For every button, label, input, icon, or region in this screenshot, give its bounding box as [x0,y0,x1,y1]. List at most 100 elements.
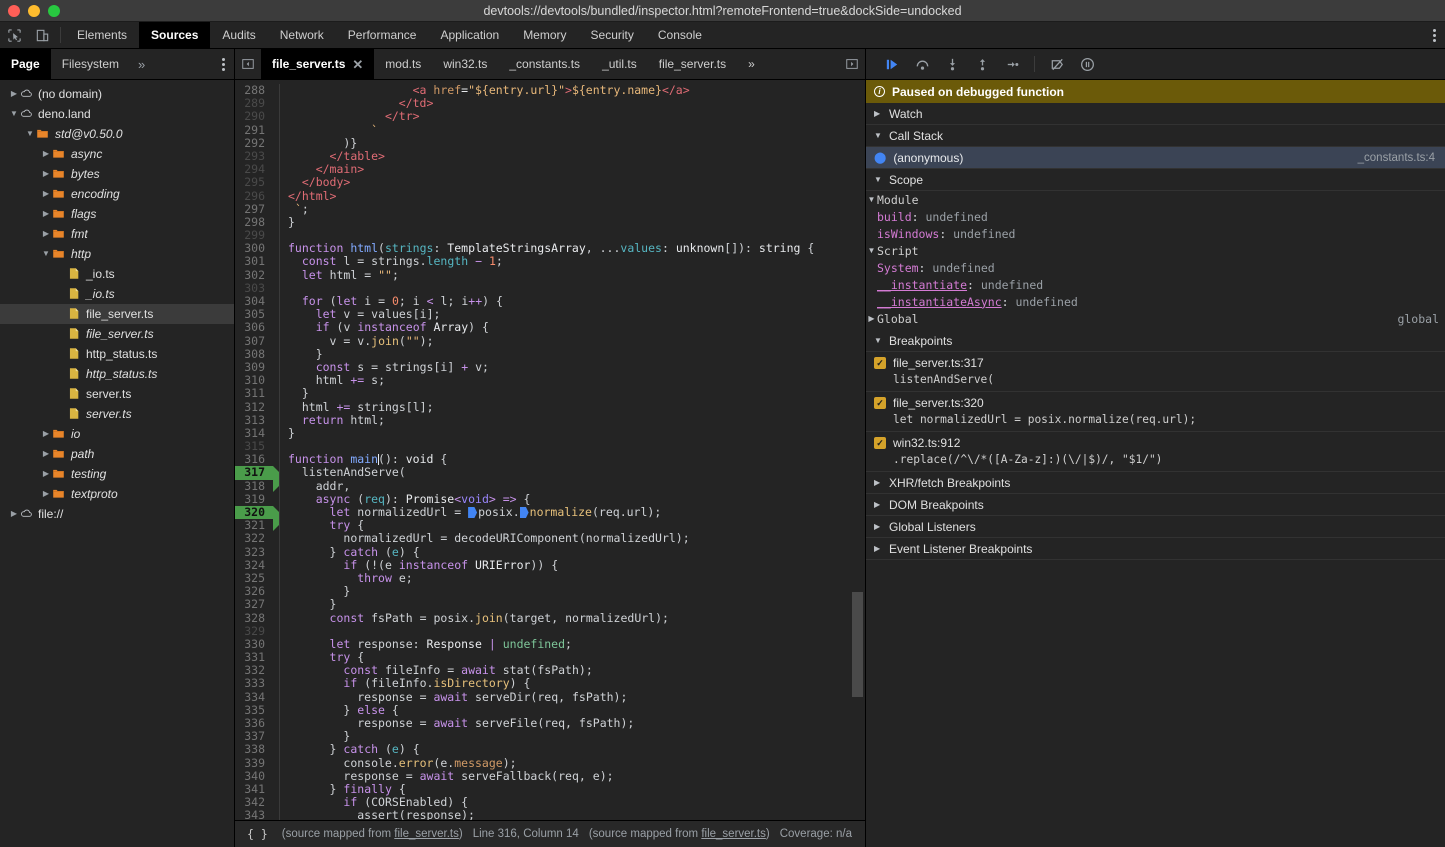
tab-console[interactable]: Console [646,22,714,48]
inspect-element-icon[interactable] [0,22,28,48]
scope-property[interactable]: System: undefined [866,259,1445,276]
scope-property[interactable]: build: undefined [866,208,1445,225]
chevron-down-icon[interactable]: ▼ [24,130,36,138]
breakpoint-checkbox[interactable]: ✓ [874,437,886,449]
section-scope[interactable]: ▼ Scope [866,169,1445,191]
minimize-window-button[interactable] [28,5,40,17]
file-tree-file[interactable]: file_server.ts [0,324,234,344]
chevron-right-icon[interactable]: ▶ [40,190,52,198]
chevron-right-icon[interactable]: ▶ [40,150,52,158]
maximize-window-button[interactable] [48,5,60,17]
file-tree-file[interactable]: server.ts [0,384,234,404]
device-toolbar-icon[interactable] [28,22,56,48]
step-over-button[interactable] [908,51,936,77]
section-watch[interactable]: ▶ Watch [866,103,1445,125]
close-window-button[interactable] [8,5,20,17]
file-tree-folder[interactable]: ▶async [0,144,234,164]
breakpoint-checkbox[interactable]: ✓ [874,357,886,369]
show-navigator-icon[interactable] [235,49,261,79]
step-button[interactable] [998,51,1026,77]
call-stack-frame[interactable]: ⬤ (anonymous) _constants.ts:4 [866,147,1445,169]
section-event-listener-breakpoints[interactable]: ▶ Event Listener Breakpoints [866,538,1445,560]
file-tree-folder[interactable]: ▶fmt [0,224,234,244]
section-global-listeners[interactable]: ▶ Global Listeners [866,516,1445,538]
breakpoint-checkbox[interactable]: ✓ [874,397,886,409]
tab-security[interactable]: Security [579,22,646,48]
tab-elements[interactable]: Elements [65,22,139,48]
tab-sources[interactable]: Sources [139,22,210,48]
navigator-more-options-icon[interactable] [212,49,234,79]
editor-tab-mod-ts[interactable]: mod.ts [374,49,432,79]
file-tree-file[interactable]: file_server.ts [0,304,234,324]
chevron-right-icon[interactable]: ▶ [8,90,20,98]
chevron-right-icon[interactable]: ▶ [40,490,52,498]
more-options-icon[interactable] [1423,22,1445,48]
file-tree-file[interactable]: _io.ts [0,284,234,304]
navigator-tab-filesystem[interactable]: Filesystem [51,49,130,79]
editor-tab-file-server-ts[interactable]: file_server.ts [648,49,737,79]
pause-on-exceptions-button[interactable] [1073,51,1101,77]
editor-tabs-overflow-icon[interactable]: » [737,49,766,79]
close-tab-icon[interactable]: ✕ [352,58,363,71]
breakpoint-item[interactable]: ✓ file_server.ts:317 listenAndServe( [866,352,1445,392]
inline-breakpoint-icon[interactable] [520,507,529,518]
chevron-right-icon[interactable]: ▶ [40,170,52,178]
scope-group-script[interactable]: ▼Script [866,242,1445,259]
chevron-right-icon[interactable]: ▶ [40,470,52,478]
step-into-button[interactable] [938,51,966,77]
tab-memory[interactable]: Memory [511,22,578,48]
file-tree-domain[interactable]: ▶(no domain) [0,84,234,104]
file-tree[interactable]: ▶(no domain)▼deno.land▼std@v0.50.0▶async… [0,80,234,847]
deactivate-breakpoints-button[interactable] [1043,51,1071,77]
file-tree-file[interactable]: server.ts [0,404,234,424]
file-tree-domain[interactable]: ▶file:// [0,504,234,524]
scope-group-global[interactable]: ▶Global global [866,310,1445,327]
file-tree-folder[interactable]: ▶bytes [0,164,234,184]
chevron-right-icon[interactable]: ▶ [40,230,52,238]
file-tree-folder[interactable]: ▼http [0,244,234,264]
tab-application[interactable]: Application [428,22,511,48]
code-editor[interactable]: 288 <a href="${entry.url}">${entry.name}… [235,80,865,820]
breakpoint-item[interactable]: ✓ win32.ts:912 .replace(/^\/*([A-Za-z]:)… [866,432,1445,472]
file-tree-folder[interactable]: ▶textproto [0,484,234,504]
section-call-stack[interactable]: ▼ Call Stack [866,125,1445,147]
chevron-right-icon[interactable]: ▶ [40,210,52,218]
source-map-link-2[interactable]: file_server.ts [701,828,766,840]
file-tree-folder[interactable]: ▶encoding [0,184,234,204]
resume-button[interactable] [878,51,906,77]
navigator-overflow-icon[interactable]: » [130,49,153,79]
file-tree-file[interactable]: _io.ts [0,264,234,284]
editor-tab-file-server-ts-active[interactable]: file_server.ts ✕ [261,49,374,79]
editor-scrollbar[interactable] [852,80,863,820]
breakpoint-item[interactable]: ✓ file_server.ts:320 let normalizedUrl =… [866,392,1445,432]
scope-property[interactable]: isWindows: undefined [866,225,1445,242]
section-breakpoints[interactable]: ▼ Breakpoints [866,330,1445,352]
scope-group-module[interactable]: ▼Module [866,191,1445,208]
chevron-right-icon[interactable]: ▶ [40,450,52,458]
scope-property[interactable]: __instantiate: undefined [866,276,1445,293]
section-xhr-breakpoints[interactable]: ▶ XHR/fetch Breakpoints [866,472,1445,494]
editor-tab-constants-ts[interactable]: _constants.ts [498,49,591,79]
file-tree-file[interactable]: http_status.ts [0,364,234,384]
editor-scrollbar-thumb[interactable] [852,592,863,697]
chevron-right-icon[interactable]: ▶ [40,430,52,438]
scope-property[interactable]: __instantiateAsync: undefined [866,293,1445,310]
show-debugger-icon[interactable] [839,49,865,79]
tab-performance[interactable]: Performance [336,22,429,48]
file-tree-folder[interactable]: ▶flags [0,204,234,224]
chevron-right-icon[interactable]: ▶ [8,510,20,518]
source-map-link[interactable]: file_server.ts [394,828,459,840]
inline-breakpoint-icon[interactable] [468,507,477,518]
file-tree-folder[interactable]: ▶path [0,444,234,464]
section-dom-breakpoints[interactable]: ▶ DOM Breakpoints [866,494,1445,516]
chevron-down-icon[interactable]: ▼ [8,110,20,118]
editor-tab-win32-ts[interactable]: win32.ts [432,49,498,79]
file-tree-folder[interactable]: ▶io [0,424,234,444]
navigator-tab-page[interactable]: Page [0,49,51,79]
editor-tab-util-ts[interactable]: _util.ts [591,49,648,79]
tab-network[interactable]: Network [268,22,336,48]
tab-audits[interactable]: Audits [210,22,267,48]
file-tree-file[interactable]: http_status.ts [0,344,234,364]
pretty-print-icon[interactable]: { } [243,827,272,841]
file-tree-folder[interactable]: ▼std@v0.50.0 [0,124,234,144]
